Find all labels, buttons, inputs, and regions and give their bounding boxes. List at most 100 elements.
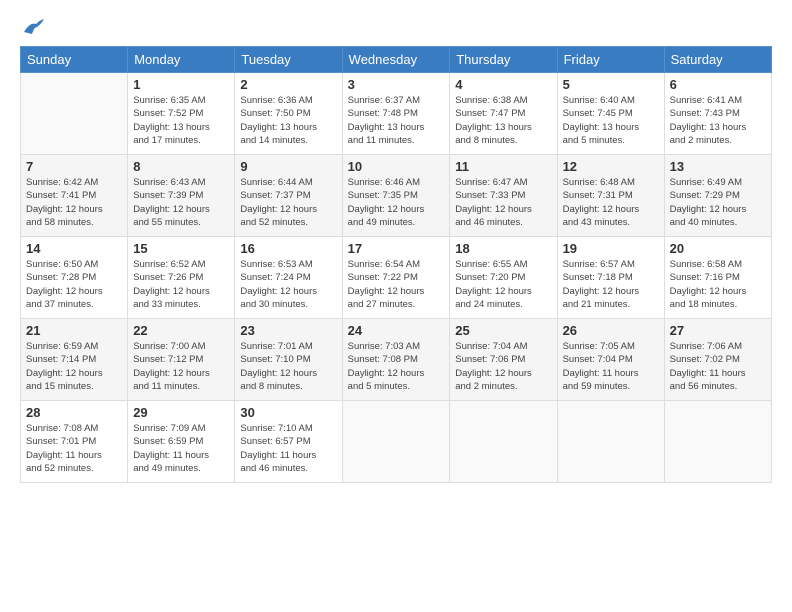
calendar-header-wednesday: Wednesday [342, 47, 450, 73]
calendar-cell: 20 Sunrise: 6:58 AMSunset: 7:16 PMDayligh… [664, 237, 771, 319]
day-number: 13 [670, 159, 766, 174]
day-info: Sunrise: 6:49 AMSunset: 7:29 PMDaylight:… [670, 176, 766, 229]
page: SundayMondayTuesdayWednesdayThursdayFrid… [0, 0, 792, 612]
calendar-header-tuesday: Tuesday [235, 47, 342, 73]
day-info: Sunrise: 7:06 AMSunset: 7:02 PMDaylight:… [670, 340, 766, 393]
calendar-cell: 6 Sunrise: 6:41 AMSunset: 7:43 PMDaylight… [664, 73, 771, 155]
day-info: Sunrise: 6:40 AMSunset: 7:45 PMDaylight:… [563, 94, 659, 147]
day-info: Sunrise: 6:58 AMSunset: 7:16 PMDaylight:… [670, 258, 766, 311]
day-info: Sunrise: 6:54 AMSunset: 7:22 PMDaylight:… [348, 258, 445, 311]
day-info: Sunrise: 6:35 AMSunset: 7:52 PMDaylight:… [133, 94, 229, 147]
calendar-header-sunday: Sunday [21, 47, 128, 73]
calendar-cell: 2 Sunrise: 6:36 AMSunset: 7:50 PMDaylight… [235, 73, 342, 155]
day-number: 6 [670, 77, 766, 92]
day-info: Sunrise: 6:46 AMSunset: 7:35 PMDaylight:… [348, 176, 445, 229]
calendar-cell: 30Sunrise: 7:10 AMSunset: 6:57 PMDayligh… [235, 401, 342, 483]
day-number: 30 [240, 405, 336, 420]
day-info: Sunrise: 6:37 AMSunset: 7:48 PMDaylight:… [348, 94, 445, 147]
calendar-cell: 11 Sunrise: 6:47 AMSunset: 7:33 PMDayligh… [450, 155, 557, 237]
day-number: 12 [563, 159, 659, 174]
calendar-cell: 14 Sunrise: 6:50 AMSunset: 7:28 PMDayligh… [21, 237, 128, 319]
day-info: Sunrise: 6:50 AMSunset: 7:28 PMDaylight:… [26, 258, 122, 311]
day-info: Sunrise: 6:52 AMSunset: 7:26 PMDaylight:… [133, 258, 229, 311]
calendar-header-row: SundayMondayTuesdayWednesdayThursdayFrid… [21, 47, 772, 73]
day-number: 4 [455, 77, 551, 92]
calendar-cell: 29 Sunrise: 7:09 AMSunset: 6:59 PMDayligh… [128, 401, 235, 483]
day-number: 24 [348, 323, 445, 338]
day-info: Sunrise: 6:57 AMSunset: 7:18 PMDaylight:… [563, 258, 659, 311]
day-info: Sunrise: 6:36 AMSunset: 7:50 PMDaylight:… [240, 94, 336, 147]
calendar-header-saturday: Saturday [664, 47, 771, 73]
calendar-week-row: 1 Sunrise: 6:35 AMSunset: 7:52 PMDaylight… [21, 73, 772, 155]
day-info: Sunrise: 6:44 AMSunset: 7:37 PMDaylight:… [240, 176, 336, 229]
calendar-cell: 12Sunrise: 6:48 AMSunset: 7:31 PMDayligh… [557, 155, 664, 237]
calendar-cell [664, 401, 771, 483]
calendar-cell: 13 Sunrise: 6:49 AMSunset: 7:29 PMDayligh… [664, 155, 771, 237]
calendar-cell: 27 Sunrise: 7:06 AMSunset: 7:02 PMDayligh… [664, 319, 771, 401]
day-number: 20 [670, 241, 766, 256]
calendar-week-row: 28 Sunrise: 7:08 AMSunset: 7:01 PMDayligh… [21, 401, 772, 483]
logo [20, 18, 44, 36]
day-number: 25 [455, 323, 551, 338]
calendar-cell: 21 Sunrise: 6:59 AMSunset: 7:14 PMDayligh… [21, 319, 128, 401]
day-number: 29 [133, 405, 229, 420]
calendar-cell: 16 Sunrise: 6:53 AMSunset: 7:24 PMDayligh… [235, 237, 342, 319]
day-info: Sunrise: 6:38 AMSunset: 7:47 PMDaylight:… [455, 94, 551, 147]
day-number: 16 [240, 241, 336, 256]
day-info: Sunrise: 6:59 AMSunset: 7:14 PMDaylight:… [26, 340, 122, 393]
calendar-week-row: 7 Sunrise: 6:42 AMSunset: 7:41 PMDaylight… [21, 155, 772, 237]
day-number: 7 [26, 159, 122, 174]
calendar-cell: 7 Sunrise: 6:42 AMSunset: 7:41 PMDaylight… [21, 155, 128, 237]
calendar-cell [21, 73, 128, 155]
day-number: 18 [455, 241, 551, 256]
day-number: 28 [26, 405, 122, 420]
day-info: Sunrise: 6:53 AMSunset: 7:24 PMDaylight:… [240, 258, 336, 311]
day-number: 2 [240, 77, 336, 92]
calendar-cell: 23Sunrise: 7:01 AMSunset: 7:10 PMDayligh… [235, 319, 342, 401]
calendar-cell: 5 Sunrise: 6:40 AMSunset: 7:45 PMDaylight… [557, 73, 664, 155]
calendar-header-monday: Monday [128, 47, 235, 73]
day-number: 8 [133, 159, 229, 174]
calendar-week-row: 14 Sunrise: 6:50 AMSunset: 7:28 PMDayligh… [21, 237, 772, 319]
day-info: Sunrise: 7:01 AMSunset: 7:10 PMDaylight:… [240, 340, 336, 393]
calendar-cell: 8Sunrise: 6:43 AMSunset: 7:39 PMDaylight… [128, 155, 235, 237]
logo-bird-icon [22, 18, 44, 36]
calendar-header-thursday: Thursday [450, 47, 557, 73]
calendar: SundayMondayTuesdayWednesdayThursdayFrid… [20, 46, 772, 483]
day-number: 11 [455, 159, 551, 174]
day-info: Sunrise: 7:05 AMSunset: 7:04 PMDaylight:… [563, 340, 659, 393]
day-info: Sunrise: 6:41 AMSunset: 7:43 PMDaylight:… [670, 94, 766, 147]
calendar-cell: 28 Sunrise: 7:08 AMSunset: 7:01 PMDayligh… [21, 401, 128, 483]
day-number: 3 [348, 77, 445, 92]
calendar-cell: 19 Sunrise: 6:57 AMSunset: 7:18 PMDayligh… [557, 237, 664, 319]
calendar-cell: 25 Sunrise: 7:04 AMSunset: 7:06 PMDayligh… [450, 319, 557, 401]
day-info: Sunrise: 7:04 AMSunset: 7:06 PMDaylight:… [455, 340, 551, 393]
calendar-cell: 1 Sunrise: 6:35 AMSunset: 7:52 PMDaylight… [128, 73, 235, 155]
calendar-header-friday: Friday [557, 47, 664, 73]
day-info: Sunrise: 7:09 AMSunset: 6:59 PMDaylight:… [133, 422, 229, 475]
day-info: Sunrise: 7:00 AMSunset: 7:12 PMDaylight:… [133, 340, 229, 393]
calendar-cell: 18 Sunrise: 6:55 AMSunset: 7:20 PMDayligh… [450, 237, 557, 319]
header [20, 18, 772, 36]
calendar-cell: 22 Sunrise: 7:00 AMSunset: 7:12 PMDayligh… [128, 319, 235, 401]
day-number: 1 [133, 77, 229, 92]
day-info: Sunrise: 6:42 AMSunset: 7:41 PMDaylight:… [26, 176, 122, 229]
day-number: 26 [563, 323, 659, 338]
day-info: Sunrise: 6:47 AMSunset: 7:33 PMDaylight:… [455, 176, 551, 229]
calendar-cell [557, 401, 664, 483]
calendar-cell: 9Sunrise: 6:44 AMSunset: 7:37 PMDaylight… [235, 155, 342, 237]
calendar-cell [450, 401, 557, 483]
day-number: 27 [670, 323, 766, 338]
day-info: Sunrise: 7:03 AMSunset: 7:08 PMDaylight:… [348, 340, 445, 393]
calendar-cell: 17Sunrise: 6:54 AMSunset: 7:22 PMDayligh… [342, 237, 450, 319]
calendar-cell: 4 Sunrise: 6:38 AMSunset: 7:47 PMDaylight… [450, 73, 557, 155]
day-number: 5 [563, 77, 659, 92]
day-info: Sunrise: 6:55 AMSunset: 7:20 PMDaylight:… [455, 258, 551, 311]
day-number: 10 [348, 159, 445, 174]
calendar-cell: 10 Sunrise: 6:46 AMSunset: 7:35 PMDayligh… [342, 155, 450, 237]
day-number: 21 [26, 323, 122, 338]
day-number: 14 [26, 241, 122, 256]
day-info: Sunrise: 7:08 AMSunset: 7:01 PMDaylight:… [26, 422, 122, 475]
day-number: 19 [563, 241, 659, 256]
day-number: 22 [133, 323, 229, 338]
